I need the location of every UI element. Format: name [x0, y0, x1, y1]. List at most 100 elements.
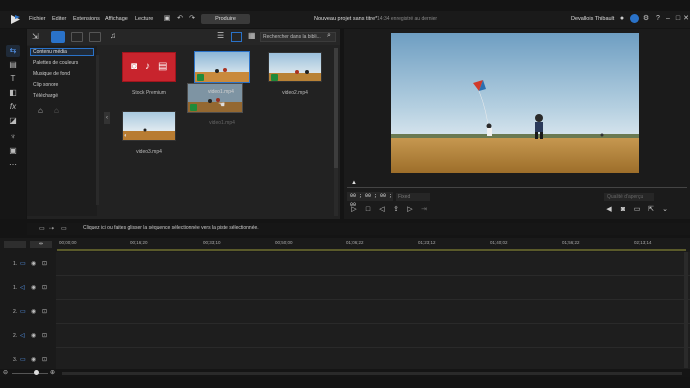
- previous-frame-icon[interactable]: ◁: [378, 206, 386, 214]
- media-room-icon[interactable]: ⇆: [8, 46, 18, 56]
- import-icon[interactable]: ⇲: [32, 32, 39, 41]
- video-track-icon: ▭: [20, 309, 26, 315]
- minimize-icon[interactable]: –: [664, 15, 672, 23]
- app-logo: [10, 14, 21, 25]
- produce-button[interactable]: Produire: [201, 14, 250, 24]
- zoom-select[interactable]: Fixed: [396, 193, 430, 201]
- video-track-1[interactable]: 1. ▭ ◉ ⊡: [0, 252, 690, 276]
- settings-icon[interactable]: ⚙: [642, 15, 650, 23]
- track-header: 1. ◁ ◉ ⊡: [0, 276, 56, 300]
- add-tag-icon[interactable]: ⌂: [38, 106, 43, 115]
- menu-editer[interactable]: Editer: [52, 16, 66, 22]
- undock-icon[interactable]: ⇱: [647, 206, 655, 214]
- effect-room-icon[interactable]: fx: [8, 102, 18, 112]
- timeline-vertical-scrollbar[interactable]: [684, 252, 688, 368]
- thumb-size-icon[interactable]: ▦: [248, 31, 256, 40]
- fast-forward-icon[interactable]: ⇥: [420, 206, 428, 214]
- timeline-ruler[interactable]: ⇹: [0, 238, 690, 252]
- visibility-icon[interactable]: ◉: [31, 356, 36, 363]
- zoom-slider-handle[interactable]: [34, 370, 39, 375]
- category-scrollbar[interactable]: [96, 55, 99, 205]
- video3-thumbnail[interactable]: [122, 111, 176, 141]
- audio-track-1[interactable]: 1. ◁ ◉ ⊡: [0, 276, 690, 300]
- collapse-panel-button[interactable]: ‹: [104, 112, 110, 124]
- library-scrollbar-thumb[interactable]: [334, 48, 338, 168]
- lock-icon[interactable]: ⊡: [42, 260, 47, 267]
- visibility-icon[interactable]: ◉: [31, 308, 36, 315]
- visibility-icon[interactable]: ◉: [31, 260, 36, 267]
- stop-icon[interactable]: □: [364, 206, 372, 214]
- redo-icon[interactable]: ↷: [188, 15, 196, 23]
- track-header: 2. ◁ ◉ ⊡: [0, 324, 56, 348]
- track-number: 2.: [13, 309, 18, 315]
- close-icon[interactable]: ✕: [682, 15, 690, 23]
- category-media-content[interactable]: Contenu média: [33, 49, 67, 55]
- account-icon[interactable]: ●: [618, 15, 626, 23]
- video-track-2[interactable]: 2. ▭ ◉ ⊡: [0, 300, 690, 324]
- track-manager-icon[interactable]: [4, 241, 26, 248]
- insert-mode-icon[interactable]: ⇢: [49, 225, 54, 232]
- fit-timeline-icon[interactable]: ⇹: [30, 241, 52, 248]
- overlay-room-icon[interactable]: ◪: [8, 116, 18, 126]
- timeline-horizontal-scrollbar[interactable]: [62, 372, 682, 375]
- insert-options-icon[interactable]: ▭: [61, 225, 67, 232]
- category-background-music[interactable]: Musique de fond: [33, 71, 70, 77]
- subtitle-room-icon[interactable]: ▣: [8, 146, 18, 156]
- video2-used-badge: [271, 74, 278, 81]
- maximize-icon[interactable]: □: [674, 15, 682, 23]
- more-icon[interactable]: ⋯: [8, 160, 18, 170]
- zoom-out-icon[interactable]: ⊖: [3, 369, 8, 376]
- pip-room-icon[interactable]: ▤: [8, 60, 18, 70]
- title-room-icon[interactable]: T: [8, 74, 18, 84]
- menu-lecture[interactable]: Lecture: [135, 16, 153, 22]
- playhead-marker[interactable]: ▲: [351, 180, 357, 186]
- ruler-ticks: [57, 249, 686, 251]
- lock-icon[interactable]: ⊡: [42, 356, 47, 363]
- audio-track-2[interactable]: 2. ◁ ◉ ⊡: [0, 324, 690, 348]
- preview-more-icon[interactable]: ⌄: [661, 206, 669, 214]
- volume-icon[interactable]: ◀: [605, 206, 613, 214]
- dual-monitor-icon[interactable]: ▭: [633, 206, 641, 214]
- search-icon[interactable]: ⌕: [327, 32, 331, 40]
- list-view-icon[interactable]: ☰: [217, 31, 224, 40]
- menu-fichier[interactable]: Fichier: [29, 16, 46, 22]
- play-icon[interactable]: ▷: [350, 206, 358, 214]
- visibility-icon[interactable]: ◉: [31, 332, 36, 339]
- zoom-slider[interactable]: [12, 373, 48, 374]
- save-icon[interactable]: ▣: [163, 15, 171, 23]
- transition-room-icon[interactable]: ◧: [8, 88, 18, 98]
- zoom-in-icon[interactable]: ⊕: [50, 369, 55, 376]
- snapshot-export-icon[interactable]: ⇪: [392, 206, 400, 214]
- ruler-label: 02;13;14: [634, 240, 652, 245]
- library-scrollbar[interactable]: [334, 48, 338, 216]
- grid-view-icon[interactable]: [231, 32, 242, 42]
- category-sound-clips[interactable]: Clip sonore: [33, 82, 58, 88]
- lock-icon[interactable]: ⊡: [42, 332, 47, 339]
- filter-video-icon[interactable]: [71, 32, 83, 42]
- next-frame-icon[interactable]: ▷: [406, 206, 414, 214]
- filter-all-button[interactable]: [51, 31, 65, 43]
- dragged-clip-used-badge: [190, 104, 197, 111]
- camera-snapshot-icon[interactable]: ◙: [619, 206, 627, 214]
- category-downloaded[interactable]: Téléchargé: [33, 93, 58, 99]
- preview-timecode[interactable]: 00 ; 00 ; 00 ; 00: [347, 192, 393, 208]
- lock-icon[interactable]: ⊡: [42, 308, 47, 315]
- audio-room-icon[interactable]: ♆: [8, 132, 18, 142]
- preview-scrubber[interactable]: ▲: [347, 180, 687, 188]
- timeline-zoom-bar: ⊖ ⊕: [0, 369, 690, 377]
- preview-quality-select[interactable]: Qualité d'aperçu: [604, 193, 654, 201]
- delete-tag-icon[interactable]: ⌂: [54, 106, 59, 115]
- category-color-boards[interactable]: Palettes de couleurs: [33, 60, 78, 66]
- undo-icon[interactable]: ↶: [176, 15, 184, 23]
- filter-image-icon[interactable]: [89, 32, 101, 42]
- notification-icon[interactable]: [630, 14, 639, 23]
- filter-audio-icon[interactable]: ♫: [110, 31, 116, 40]
- menu-extensions[interactable]: Extensions: [73, 16, 100, 22]
- insert-icon[interactable]: ▭: [39, 225, 45, 232]
- stock-premium-thumbnail[interactable]: ◙ ♪ ▤: [122, 52, 176, 82]
- help-icon[interactable]: ?: [654, 15, 662, 23]
- menu-affichage[interactable]: Affichage: [105, 16, 128, 22]
- library-search-input[interactable]: Rechercher dans la bibli...: [260, 32, 336, 42]
- lock-icon[interactable]: ⊡: [42, 284, 47, 291]
- visibility-icon[interactable]: ◉: [31, 284, 36, 291]
